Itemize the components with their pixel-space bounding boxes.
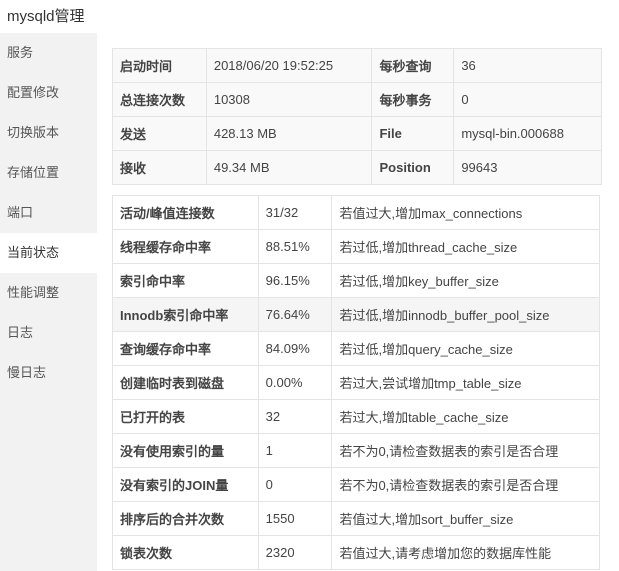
table-row: 总连接次数 10308 每秒事务 0: [112, 82, 602, 117]
window-title: mysqld管理: [7, 8, 85, 25]
status-tip: 若值过大,增加max_connections: [331, 195, 600, 230]
info-key: 总连接次数: [112, 82, 207, 117]
table-row: 活动/峰值连接数 31/32 若值过大,增加max_connections: [112, 195, 600, 230]
info-key: File: [371, 116, 455, 151]
title-bar: mysqld管理: [0, 0, 619, 32]
sidebar-item-current-status[interactable]: 当前状态: [0, 233, 97, 273]
info-key: 启动时间: [112, 48, 207, 83]
table-row: Innodb索引命中率 76.64% 若过低,增加innodb_buffer_p…: [112, 297, 600, 332]
info-key: 每秒事务: [371, 82, 455, 117]
sidebar: 服务 配置修改 切换版本 存储位置 端口 当前状态 性能调整 日志 慢日志: [0, 33, 97, 571]
status-value: 31/32: [257, 195, 333, 230]
status-name: 线程缓存命中率: [112, 229, 259, 264]
status-tip: 若值过大,增加sort_buffer_size: [331, 501, 600, 536]
status-value: 32: [257, 399, 333, 434]
table-row: 没有索引的JOIN量 0 若不为0,请检查数据表的索引是否合理: [112, 467, 600, 502]
status-value: 0.00%: [257, 365, 333, 400]
status-name: 查询缓存命中率: [112, 331, 259, 366]
table-row: 没有使用索引的量 1 若不为0,请检查数据表的索引是否合理: [112, 433, 600, 468]
sidebar-item-storage[interactable]: 存储位置: [0, 153, 97, 193]
sidebar-item-switch-version[interactable]: 切换版本: [0, 113, 97, 153]
status-tip: 若过低,增加query_cache_size: [331, 331, 600, 366]
info-value: 10308: [205, 82, 373, 117]
status-name: 没有使用索引的量: [112, 433, 259, 468]
table-row: 排序后的合并次数 1550 若值过大,增加sort_buffer_size: [112, 501, 600, 536]
info-key: 发送: [112, 116, 207, 151]
status-value: 2320: [257, 535, 333, 570]
sidebar-item-slow-log[interactable]: 慢日志: [0, 353, 97, 393]
table-row: 发送 428.13 MB File mysql-bin.000688: [112, 116, 602, 151]
table-row: 接收 49.34 MB Position 99643: [112, 150, 602, 185]
sidebar-item-performance[interactable]: 性能调整: [0, 273, 97, 313]
status-tip: 若过大,增加table_cache_size: [331, 399, 600, 434]
table-row: 线程缓存命中率 88.51% 若过低,增加thread_cache_size: [112, 229, 600, 264]
status-name: 锁表次数: [112, 535, 259, 570]
status-value: 1550: [257, 501, 333, 536]
info-key: Position: [371, 150, 455, 185]
status-value: 76.64%: [257, 297, 333, 332]
status-tip: 若不为0,请检查数据表的索引是否合理: [331, 467, 600, 502]
status-value: 96.15%: [257, 263, 333, 298]
table-row: 已打开的表 32 若过大,增加table_cache_size: [112, 399, 600, 434]
table-row: 创建临时表到磁盘 0.00% 若过大,尝试增加tmp_table_size: [112, 365, 600, 400]
status-name: Innodb索引命中率: [112, 297, 259, 332]
main-panel: 启动时间 2018/06/20 19:52:25 每秒查询 36 总连接次数 1…: [97, 33, 619, 571]
table-row: 索引命中率 96.15% 若过低,增加key_buffer_size: [112, 263, 600, 298]
status-name: 索引命中率: [112, 263, 259, 298]
status-name: 活动/峰值连接数: [112, 195, 259, 230]
table-row: 启动时间 2018/06/20 19:52:25 每秒查询 36: [112, 48, 602, 83]
status-tip: 若过低,增加thread_cache_size: [331, 229, 600, 264]
status-value: 1: [257, 433, 333, 468]
status-tip: 若过低,增加innodb_buffer_pool_size: [331, 297, 600, 332]
info-table: 启动时间 2018/06/20 19:52:25 每秒查询 36 总连接次数 1…: [112, 48, 602, 185]
status-tip: 若过低,增加key_buffer_size: [331, 263, 600, 298]
status-name: 已打开的表: [112, 399, 259, 434]
status-tip: 若不为0,请检查数据表的索引是否合理: [331, 433, 600, 468]
info-value: 0: [453, 82, 602, 117]
info-value: mysql-bin.000688: [453, 116, 602, 151]
status-table: 活动/峰值连接数 31/32 若值过大,增加max_connections 线程…: [112, 195, 600, 570]
status-tip: 若值过大,请考虑增加您的数据库性能: [331, 535, 600, 570]
sidebar-item-log[interactable]: 日志: [0, 313, 97, 353]
sidebar-item-service[interactable]: 服务: [0, 33, 97, 73]
info-value: 49.34 MB: [205, 150, 373, 185]
sidebar-item-port[interactable]: 端口: [0, 193, 97, 233]
info-value: 36: [453, 48, 602, 83]
status-name: 创建临时表到磁盘: [112, 365, 259, 400]
table-row: 查询缓存命中率 84.09% 若过低,增加query_cache_size: [112, 331, 600, 366]
info-value: 2018/06/20 19:52:25: [205, 48, 373, 83]
info-value: 428.13 MB: [205, 116, 373, 151]
status-value: 88.51%: [257, 229, 333, 264]
status-value: 0: [257, 467, 333, 502]
info-value: 99643: [453, 150, 602, 185]
status-name: 没有索引的JOIN量: [112, 467, 259, 502]
status-name: 排序后的合并次数: [112, 501, 259, 536]
info-key: 每秒查询: [371, 48, 455, 83]
info-key: 接收: [112, 150, 207, 185]
sidebar-item-config[interactable]: 配置修改: [0, 73, 97, 113]
status-tip: 若过大,尝试增加tmp_table_size: [331, 365, 600, 400]
status-value: 84.09%: [257, 331, 333, 366]
table-row: 锁表次数 2320 若值过大,请考虑增加您的数据库性能: [112, 535, 600, 570]
